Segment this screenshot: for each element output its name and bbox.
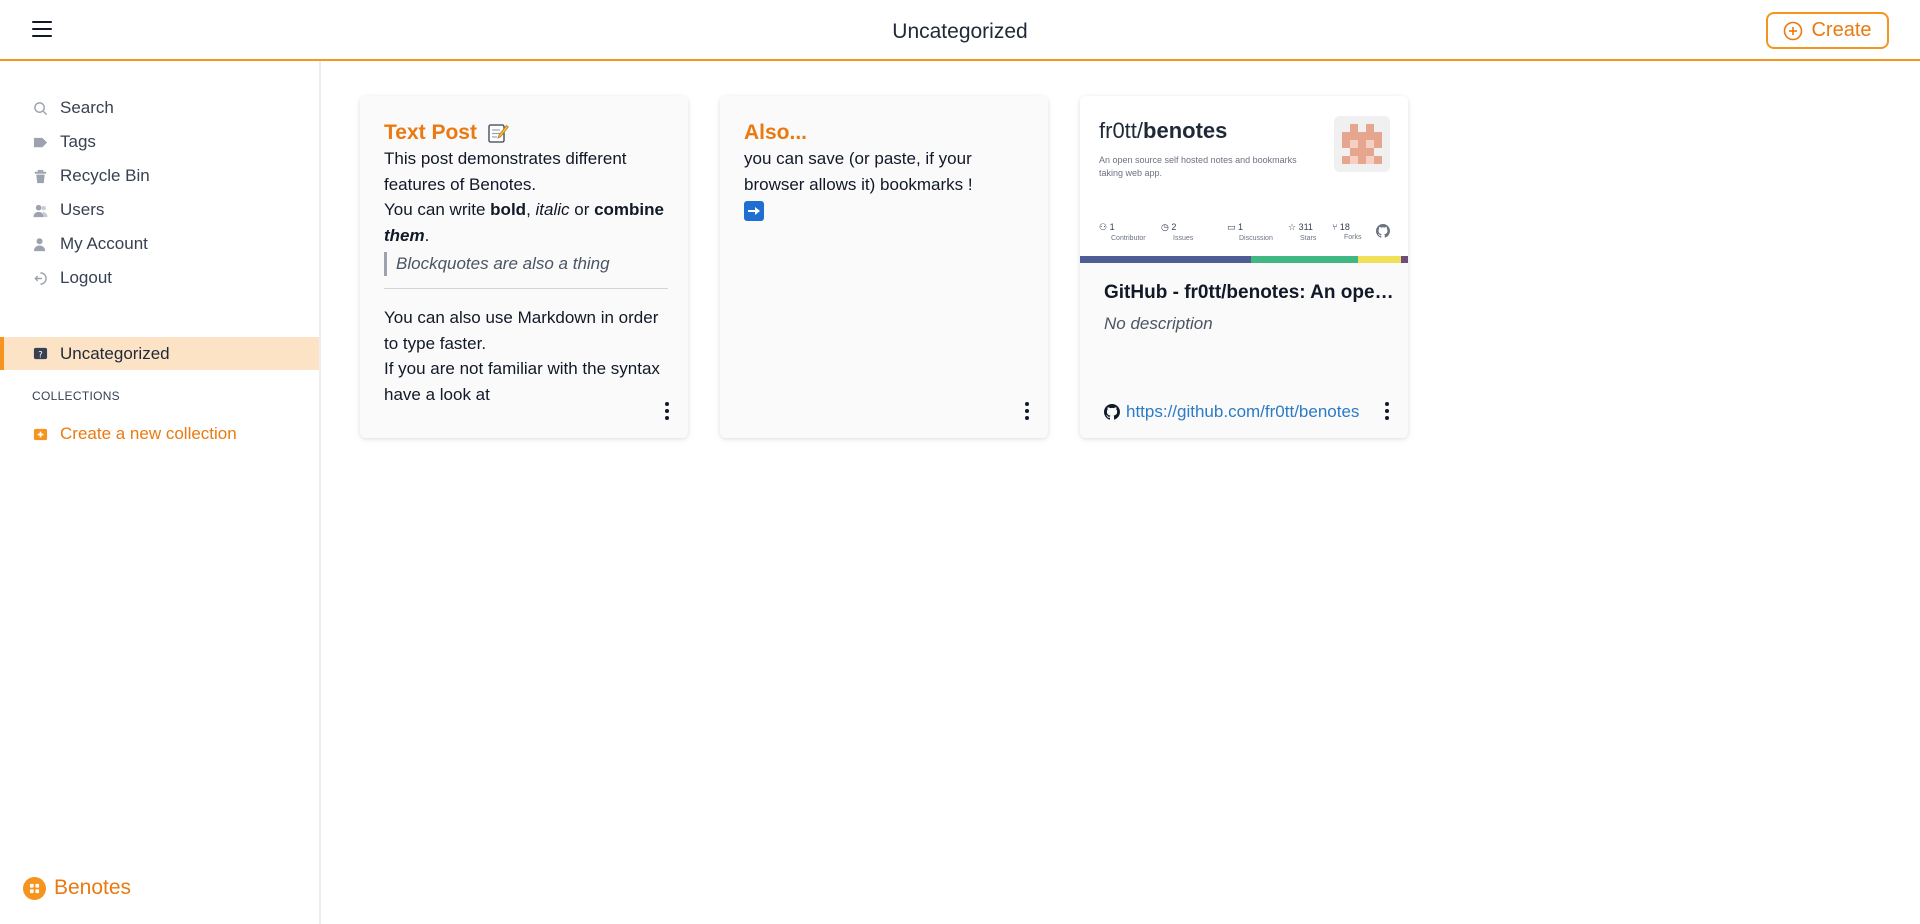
repo-description: An open source self hosted notes and boo… xyxy=(1099,155,1297,178)
create-label: Create xyxy=(1811,19,1872,41)
text-span: You can write xyxy=(384,200,491,219)
more-options-icon[interactable] xyxy=(1382,402,1392,420)
brand[interactable]: Benotes xyxy=(23,876,131,900)
post-title: Text Post xyxy=(384,120,668,146)
more-options-icon[interactable] xyxy=(1022,402,1032,420)
text-span: or xyxy=(569,200,595,219)
bold-italic-text: them xyxy=(384,225,425,245)
post-card-text[interactable]: Text Post This post demonstrates differe… xyxy=(360,96,688,438)
arrow-right-icon xyxy=(744,200,764,221)
logout-icon xyxy=(32,270,48,286)
sidebar-item-users[interactable]: Users xyxy=(0,193,319,227)
sidebar-item-uncategorized[interactable]: ? Uncategorized xyxy=(0,337,319,370)
sidebar-item-label: My Account xyxy=(60,234,148,253)
menu-icon[interactable] xyxy=(32,19,54,37)
italic-text: italic xyxy=(535,200,570,219)
sidebar-item-label: Uncategorized xyxy=(60,343,170,363)
post-paragraph: You can write bold, italic or combine th… xyxy=(384,197,668,248)
repo-title: benotes xyxy=(1143,118,1228,143)
sidebar-item-my-account[interactable]: My Account xyxy=(0,227,319,261)
sidebar-item-label: Users xyxy=(60,200,105,219)
create-button[interactable]: Create xyxy=(1766,12,1889,49)
link-title: GitHub - fr0tt/benotes: An open source s… xyxy=(1104,282,1394,303)
sidebar-item-label: Search xyxy=(60,98,114,117)
sidebar-nav: Search Tags Recycle Bin Users My Account xyxy=(0,91,319,295)
post-content: This post demonstrates different feature… xyxy=(384,146,668,407)
divider xyxy=(384,288,668,289)
blockquote: Blockquotes are also a thing xyxy=(384,252,668,276)
post-paragraph: If you are not familiar with the syntax … xyxy=(384,359,660,404)
benotes-logo-icon xyxy=(23,876,46,900)
repo-name: fr0tt/benotes xyxy=(1099,118,1227,144)
trash-icon xyxy=(32,168,48,184)
post-paragraph: you can save (or paste, if your browser … xyxy=(744,149,973,194)
sidebar-item-logout[interactable]: Logout xyxy=(0,261,319,295)
link-url[interactable]: https://github.com/fr0tt/benotes xyxy=(1104,402,1359,422)
sidebar-item-tags[interactable]: Tags xyxy=(0,125,319,159)
stat-forks: ⑂ 18 Forks xyxy=(1332,222,1362,241)
sidebar: Search Tags Recycle Bin Users My Account xyxy=(0,61,321,924)
text-span: , xyxy=(526,200,536,219)
plus-circle-icon xyxy=(1784,21,1803,40)
more-options-icon[interactable] xyxy=(662,402,672,420)
post-title-text: Text Post xyxy=(384,121,477,144)
post-card-link[interactable]: fr0tt/benotes An open source self hosted… xyxy=(1080,96,1408,438)
users-icon xyxy=(32,202,48,218)
repo-stats: ⚇ 1 Contributor ◷ 2 Issues ▭ 1 Discussion ☆… xyxy=(1099,222,1399,246)
memo-icon xyxy=(488,124,509,144)
svg-text:?: ? xyxy=(38,349,42,359)
repo-avatar xyxy=(1334,116,1390,172)
stat-issues: ◷ 2 Issues xyxy=(1161,222,1194,242)
post-content: you can save (or paste, if your browser … xyxy=(744,146,1028,223)
github-icon xyxy=(1376,224,1390,238)
bold-text: combine xyxy=(594,200,664,219)
sidebar-item-label: Logout xyxy=(60,268,112,287)
create-collection-button[interactable]: Create a new collection xyxy=(32,424,237,444)
bold-text: bold xyxy=(490,200,527,219)
text-span: . xyxy=(424,225,430,245)
question-folder-icon: ? xyxy=(32,346,48,362)
sidebar-item-recycle-bin[interactable]: Recycle Bin xyxy=(0,159,319,193)
page-title: Uncategorized xyxy=(892,20,1028,43)
folder-plus-icon xyxy=(32,426,48,442)
sidebar-item-search[interactable]: Search xyxy=(0,91,319,125)
tag-icon xyxy=(32,134,48,150)
sidebar-item-label: Tags xyxy=(60,132,96,151)
sidebar-item-label: Recycle Bin xyxy=(60,166,150,185)
stat-discussions: ▭ 1 Discussion xyxy=(1227,222,1273,242)
brand-name: Benotes xyxy=(54,876,132,899)
lang-segment xyxy=(1080,256,1251,263)
lang-segment xyxy=(1401,256,1408,263)
lang-segment xyxy=(1358,256,1401,263)
top-bar: Uncategorized Create xyxy=(0,0,1920,61)
post-card-also[interactable]: Also... you can save (or paste, if your … xyxy=(720,96,1048,438)
link-description: No description xyxy=(1104,314,1213,333)
create-collection-label: Create a new collection xyxy=(60,424,237,443)
lang-segment xyxy=(1251,256,1358,263)
stat-contributors: ⚇ 1 Contributor xyxy=(1099,222,1146,242)
stat-stars: ☆ 311 Stars xyxy=(1288,222,1317,242)
link-url-text: https://github.com/fr0tt/benotes xyxy=(1126,402,1360,421)
repo-owner: fr0tt/ xyxy=(1099,118,1144,143)
github-icon xyxy=(1104,404,1120,420)
search-icon xyxy=(32,100,48,116)
collections-heading: COLLECTIONS xyxy=(32,389,120,403)
language-bar xyxy=(1080,256,1408,263)
user-icon xyxy=(32,236,48,252)
post-paragraph: You can also use Markdown in order to ty… xyxy=(384,308,659,353)
post-paragraph: This post demonstrates different feature… xyxy=(384,149,627,194)
link-preview-image: fr0tt/benotes An open source self hosted… xyxy=(1080,96,1408,263)
post-title: Also... xyxy=(744,121,808,144)
